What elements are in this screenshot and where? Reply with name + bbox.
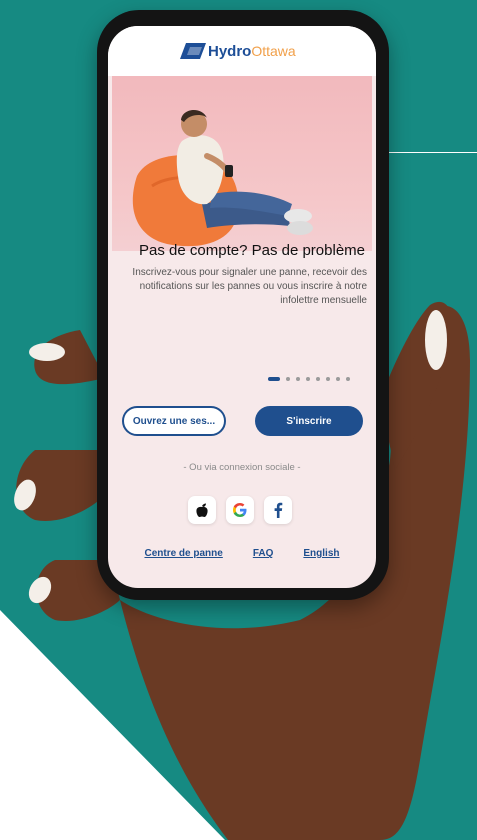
facebook-login-button[interactable] [264,496,292,524]
google-login-button[interactable] [226,496,254,524]
footer-links: Centre de panne FAQ English [108,548,376,559]
app-screen: Hydro Ottawa Pas de compte? Pas de probl… [108,26,376,588]
hydro-ottawa-logo: Hydro Ottawa [180,38,296,64]
carousel-dot[interactable] [296,377,300,381]
carousel-dot[interactable] [316,377,320,381]
signup-button[interactable]: S'inscrire [255,406,363,436]
carousel-dot[interactable] [326,377,330,381]
faq-link[interactable]: FAQ [253,548,274,559]
top-bar: Hydro Ottawa [108,26,376,76]
carousel-dot-active[interactable] [268,377,280,381]
facebook-icon [274,502,283,518]
logo-mark-icon [180,43,206,59]
google-icon [233,503,247,517]
carousel-indicator[interactable] [268,377,350,381]
carousel-dot[interactable] [346,377,350,381]
apple-login-button[interactable] [188,496,216,524]
logo-ottawa-text: Ottawa [251,43,296,59]
outage-center-link[interactable]: Centre de panne [144,548,222,559]
carousel-dot[interactable] [336,377,340,381]
hero-headline: Pas de compte? Pas de problème [139,242,365,259]
social-login-row [188,496,292,524]
carousel-dot[interactable] [286,377,290,381]
logo-hydro-text: Hydro [208,42,252,60]
hero-subtext: Inscrivez-vous pour signaler une panne, … [132,267,367,306]
callout-line [380,152,477,153]
apple-icon [196,503,208,517]
open-session-button[interactable]: Ouvrez une ses... [122,406,226,436]
hero-image [112,76,372,251]
language-toggle-link[interactable]: English [303,548,339,559]
social-login-label: - Ou via connexion sociale - [183,462,301,473]
carousel-dot[interactable] [306,377,310,381]
